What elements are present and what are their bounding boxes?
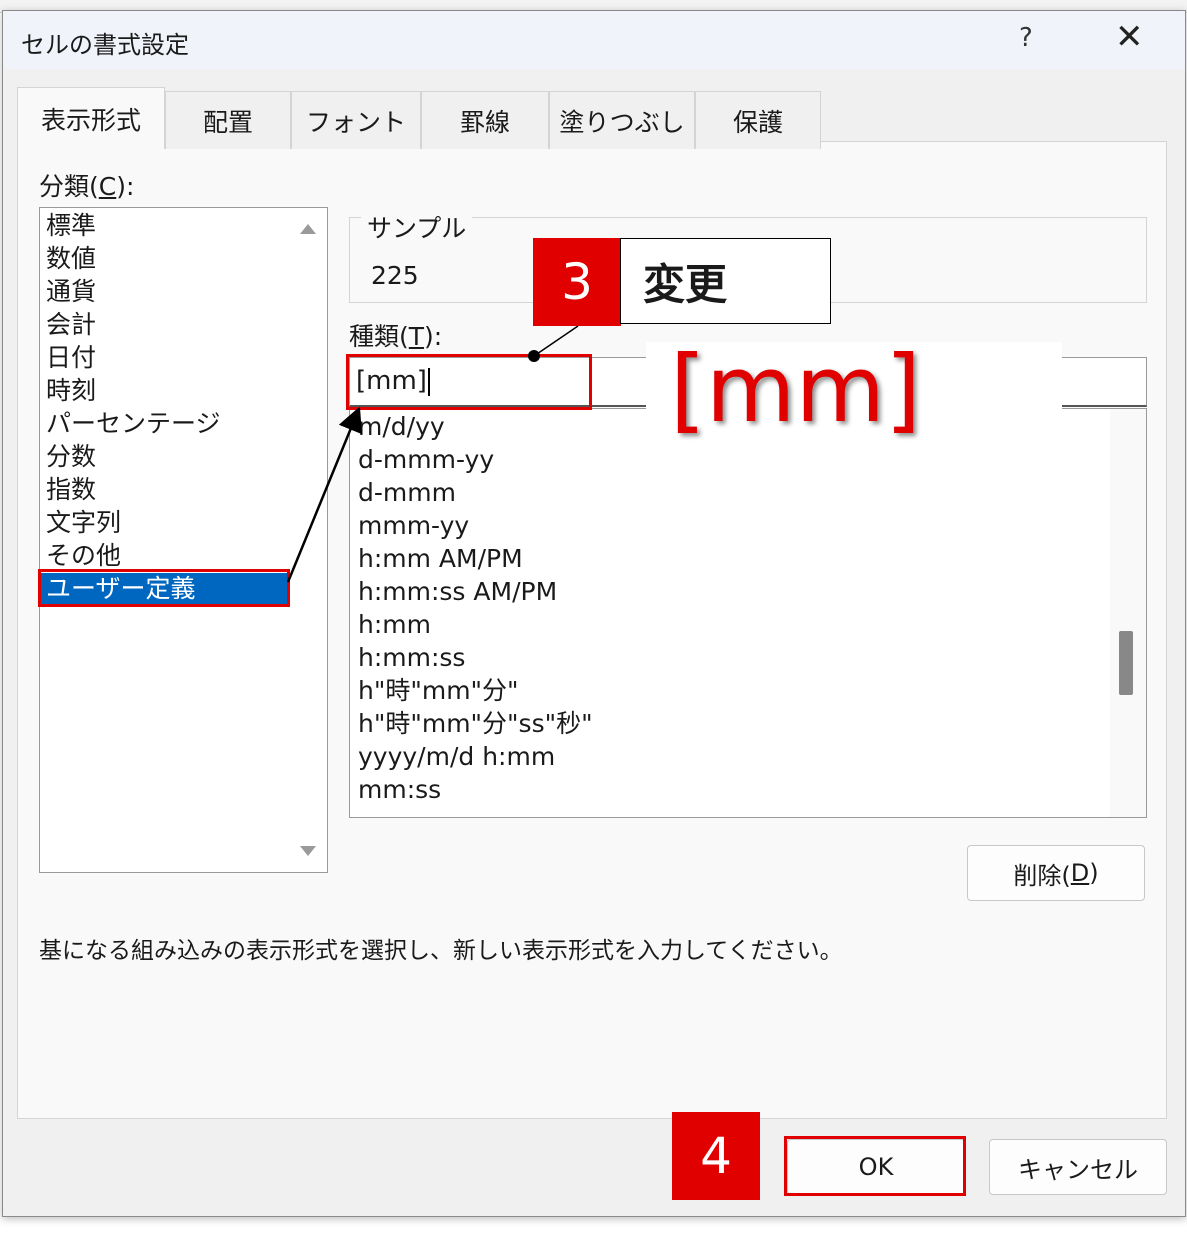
annotation-ok-highlight xyxy=(784,1136,966,1196)
step-3-label: 変更 xyxy=(620,238,831,324)
annotation-connectors xyxy=(286,325,579,583)
step-3-badge: 3 xyxy=(533,238,621,326)
big-mm-text: [mm] xyxy=(670,336,922,443)
step-4-badge: 4 xyxy=(672,1112,760,1200)
big-mm-overlay: [mm] xyxy=(646,336,1062,452)
